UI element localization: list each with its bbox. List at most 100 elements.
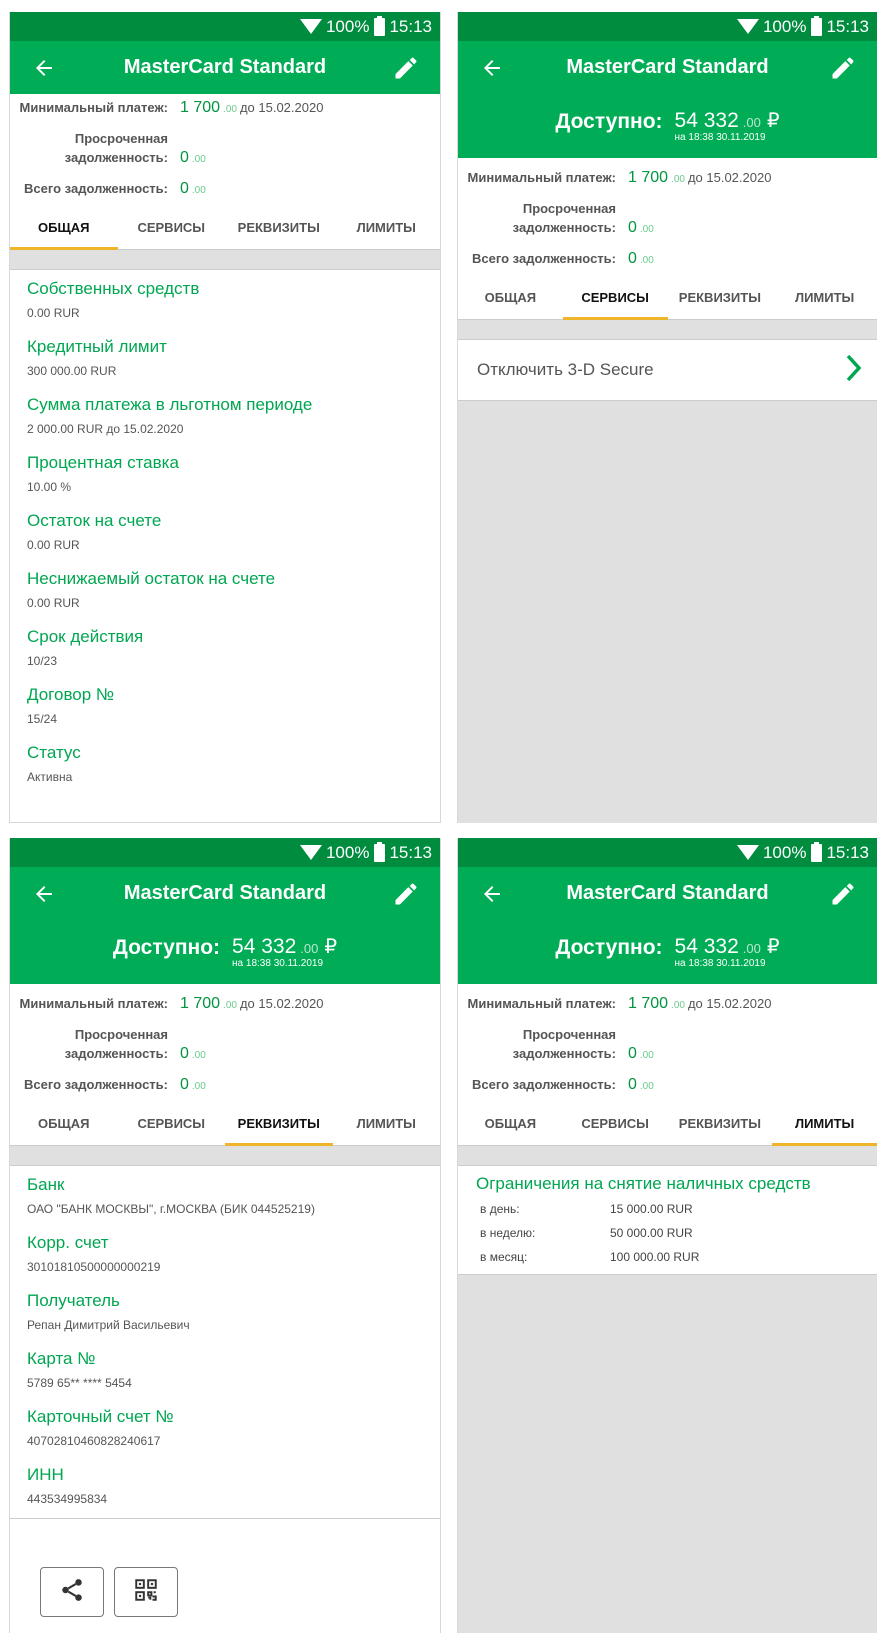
edit-pencil-icon[interactable] [827,52,859,84]
tab-limits[interactable]: ЛИМИТЫ [333,210,441,249]
overdue-decimals: .00 [639,224,654,235]
overdue-decimals: .00 [191,154,206,165]
edit-pencil-icon[interactable] [390,878,422,910]
available-amount: 54 332 [232,935,297,958]
tab-requisites[interactable]: РЕКВИЗИТЫ [225,210,333,249]
divider [458,1146,877,1166]
available-label: Доступно: [555,110,663,133]
balance-timestamp: на 18:38 30.11.2019 [232,958,324,969]
item-value: 40702810460828240617 [27,1434,161,1448]
limit-amount: 15 000.00 RUR [610,1202,693,1216]
divider [10,1146,440,1166]
status-bar: 100% 15:13 [10,838,440,867]
overdue-label-2: задолженность: [512,1046,616,1061]
tab-general[interactable]: ОБЩАЯ [458,280,563,319]
overdue-row: Просроченная задолженность: 0.00 [10,129,440,167]
battery-percent: 100% [762,16,807,36]
available-balance: Доступно: 54 332.00 ₽ на 18:38 30.11.2019 [458,920,877,984]
list-item: Карточный счет № 40702810460828240617 [10,1398,440,1448]
tab-services[interactable]: СЕРВИСЫ [118,210,226,249]
item-title: Статус [27,743,81,762]
overdue-value: 0 [628,1045,637,1062]
tab-bar: ОБЩАЯ СЕРВИСЫ РЕКВИЗИТЫ ЛИМИТЫ [458,280,877,320]
item-value: 0.00 RUR [27,596,80,610]
battery-icon [374,15,386,36]
tab-services[interactable]: СЕРВИСЫ [562,280,668,320]
tab-services[interactable]: СЕРВИСЫ [563,1106,668,1145]
overdue-value: 0 [180,149,189,166]
item-title: ИНН [27,1465,64,1484]
item-title: Кредитный лимит [27,337,167,356]
total-debt-label: Всего задолженность: [472,1077,616,1092]
page-title: MasterCard Standard [123,56,327,78]
action-buttons [40,1567,178,1617]
qr-code-button[interactable] [114,1567,178,1617]
tab-general[interactable]: ОБЩАЯ [10,1106,118,1145]
edit-pencil-icon[interactable] [827,878,859,910]
list-item: Неснижаемый остаток на счете 0.00 RUR [10,560,440,610]
item-value: 443534995834 [27,1492,108,1506]
overdue-decimals: .00 [191,1050,206,1061]
available-decimals: .00 [300,941,319,956]
list-item: Собственных средств 0.00 RUR [10,270,440,320]
tab-limits[interactable]: ЛИМИТЫ [772,280,877,319]
debt-summary: Минимальный платеж: 1 700.00 до 15.02.202… [458,984,877,1094]
tab-services[interactable]: СЕРВИСЫ [118,1106,226,1145]
status-bar: 100% 15:13 [458,12,877,41]
tab-limits[interactable]: ЛИМИТЫ [333,1106,441,1145]
available-amount: 54 332 [674,109,739,132]
item-title: Неснижаемый остаток на счете [27,569,276,588]
tab-general[interactable]: ОБЩАЯ [10,210,118,250]
min-payment-label: Минимальный платеж: [19,100,168,115]
overdue-value: 0 [628,219,637,236]
overdue-label-2: задолженность: [64,150,168,165]
status-bar: 100% 15:13 [10,12,440,41]
overdue-row: Просроченная задолженность: 0.00 [10,1025,440,1063]
list-item: Получатель Репан Димитрий Васильевич [10,1282,440,1332]
back-arrow-icon[interactable] [28,878,60,910]
min-payment-value: 1 700 [628,995,669,1012]
balance-timestamp: на 18:38 30.11.2019 [674,132,766,143]
total-debt-decimals: .00 [639,255,654,266]
limit-amount: 100 000.00 RUR [610,1250,700,1264]
total-debt-decimals: .00 [191,1081,206,1092]
tab-requisites[interactable]: РЕКВИЗИТЫ [668,280,773,319]
tab-requisites[interactable]: РЕКВИЗИТЫ [668,1106,773,1145]
tab-general[interactable]: ОБЩАЯ [458,1106,563,1145]
item-title: Остаток на счете [27,511,162,530]
min-payment-label: Минимальный платеж: [467,996,616,1011]
item-title: Сумма платежа в льготном периоде [27,395,313,414]
general-list: Собственных средств 0.00 RUR Кредитный ли… [10,270,440,784]
list-item: Остаток на счете 0.00 RUR [10,502,440,552]
share-button[interactable] [40,1567,104,1617]
back-arrow-icon[interactable] [476,878,508,910]
limit-row: в неделю: 50 000.00 RUR [480,1226,877,1240]
total-debt-row: Всего задолженность: 0.00 [10,179,440,198]
list-item: Карта № 5789 65** **** 5454 [10,1340,440,1390]
min-payment-due: до 15.02.2020 [239,996,324,1011]
page-title: MasterCard Standard [566,56,769,78]
summary-wrap: Минимальный платеж: 1 700.00 до 15.02.202… [458,158,877,320]
back-arrow-icon[interactable] [476,52,508,84]
total-debt-value: 0 [180,1076,189,1093]
disable-3ds-row[interactable]: Отключить 3-D Secure [458,340,877,401]
limit-row: в месяц: 100 000.00 RUR [480,1250,877,1264]
app-bar: MasterCard Standard [458,867,877,920]
tab-requisites[interactable]: РЕКВИЗИТЫ [225,1106,333,1146]
back-arrow-icon[interactable] [28,52,60,84]
currency-symbol: ₽ [766,936,780,958]
list-item: Банк ОАО "БАНК МОСКВЫ", г.МОСКВА (БИК 044… [10,1166,440,1216]
available-decimals: .00 [742,115,761,130]
tab-limits[interactable]: ЛИМИТЫ [772,1106,877,1146]
min-payment-row: Минимальный платеж: 1 700.00 до 15.02.202… [10,994,440,1013]
item-value: 300 000.00 RUR [27,364,117,378]
limit-period: в месяц: [480,1250,528,1264]
min-payment-label: Минимальный платеж: [467,170,616,185]
app-bar: MasterCard Standard [10,41,440,94]
app-bar: MasterCard Standard [458,41,877,94]
item-title: Договор № [27,685,115,704]
list-item: Договор № 15/24 [10,676,440,726]
edit-pencil-icon[interactable] [390,52,422,84]
available-balance: Доступно: 54 332.00 ₽ на 18:38 30.11.2019 [10,920,440,984]
wifi-icon [299,845,322,860]
